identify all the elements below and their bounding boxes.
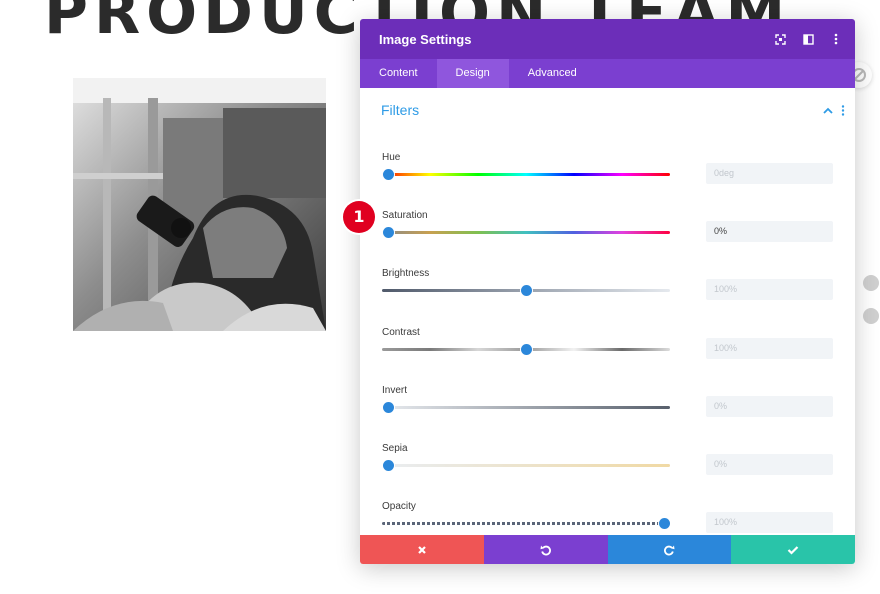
filters-section-title[interactable]: Filters <box>381 102 419 118</box>
contrast-value-input[interactable]: 100% <box>706 337 833 359</box>
filter-label: Hue <box>382 152 401 163</box>
filter-row-saturation: Saturation 0% <box>360 210 855 268</box>
tab-bar: Content Design Advanced <box>360 59 855 88</box>
filter-row-brightness: Brightness 100% <box>360 268 855 326</box>
filter-label: Opacity <box>382 501 416 513</box>
modal-title: Image Settings <box>379 31 472 47</box>
tab-design[interactable]: Design <box>436 59 509 88</box>
invert-slider-handle[interactable] <box>382 401 394 413</box>
brightness-slider-handle[interactable] <box>521 285 532 297</box>
hue-slider[interactable] <box>382 169 670 180</box>
more-options-icon[interactable] <box>829 32 843 46</box>
opacity-slider[interactable] <box>382 518 671 530</box>
brightness-slider[interactable] <box>382 285 670 297</box>
modal-header: Image Settings <box>360 19 855 59</box>
invert-value-input[interactable]: 0% <box>706 395 833 417</box>
image-settings-modal: Image Settings Content Design Advanced F… <box>360 19 855 564</box>
team-photo[interactable] <box>73 78 326 331</box>
saturation-slider-handle[interactable] <box>382 227 394 239</box>
filter-row-invert: Invert 0% <box>360 385 855 443</box>
opacity-value-input[interactable]: 100% <box>706 512 833 534</box>
chevron-up-icon[interactable] <box>823 107 833 115</box>
sepia-value-input[interactable]: 0% <box>706 454 833 475</box>
hue-value-input[interactable]: 0deg <box>706 163 833 184</box>
tab-advanced[interactable]: Advanced <box>509 59 596 88</box>
tab-content[interactable]: Content <box>360 59 437 88</box>
redo-icon <box>664 545 675 555</box>
undo-button[interactable] <box>483 535 608 564</box>
save-button[interactable] <box>731 535 855 564</box>
filter-label: Brightness <box>382 268 430 280</box>
discard-button[interactable] <box>360 535 484 564</box>
sepia-slider[interactable] <box>382 460 670 471</box>
saturation-slider[interactable] <box>382 227 670 239</box>
contrast-slider-handle[interactable] <box>521 343 532 355</box>
close-icon <box>418 545 426 554</box>
side-dot[interactable] <box>863 308 879 324</box>
annotation-badge: 1 <box>343 201 375 233</box>
filter-label: Contrast <box>382 326 420 338</box>
opacity-slider-handle[interactable] <box>659 518 671 530</box>
redo-button[interactable] <box>607 535 732 564</box>
check-icon <box>787 545 799 555</box>
photo-image <box>73 78 326 331</box>
sepia-slider-handle[interactable] <box>382 460 394 471</box>
brightness-value-input[interactable]: 100% <box>706 279 833 301</box>
filter-label: Invert <box>382 384 408 396</box>
filter-label: Saturation <box>382 210 428 222</box>
filter-row-sepia: Sepia 0% <box>360 443 855 501</box>
filter-label: Sepia <box>382 443 408 454</box>
saturation-value-input[interactable]: 0% <box>706 221 833 243</box>
contrast-slider[interactable] <box>382 343 670 355</box>
section-options-icon[interactable] <box>841 105 845 116</box>
filter-row-opacity: Opacity 100% <box>360 501 855 535</box>
split-view-icon[interactable] <box>801 32 815 46</box>
hue-slider-handle[interactable] <box>382 169 394 180</box>
settings-body: Filters Hue 0deg Saturation 0% Brightness 100… <box>360 88 855 535</box>
filter-row-contrast: Contrast 100% <box>360 327 855 385</box>
expand-icon[interactable] <box>773 32 787 46</box>
filter-row-hue: Hue 0deg <box>360 152 855 210</box>
side-dot[interactable] <box>863 275 879 291</box>
undo-icon <box>540 545 551 555</box>
modal-footer <box>360 535 855 564</box>
invert-slider[interactable] <box>382 401 670 413</box>
